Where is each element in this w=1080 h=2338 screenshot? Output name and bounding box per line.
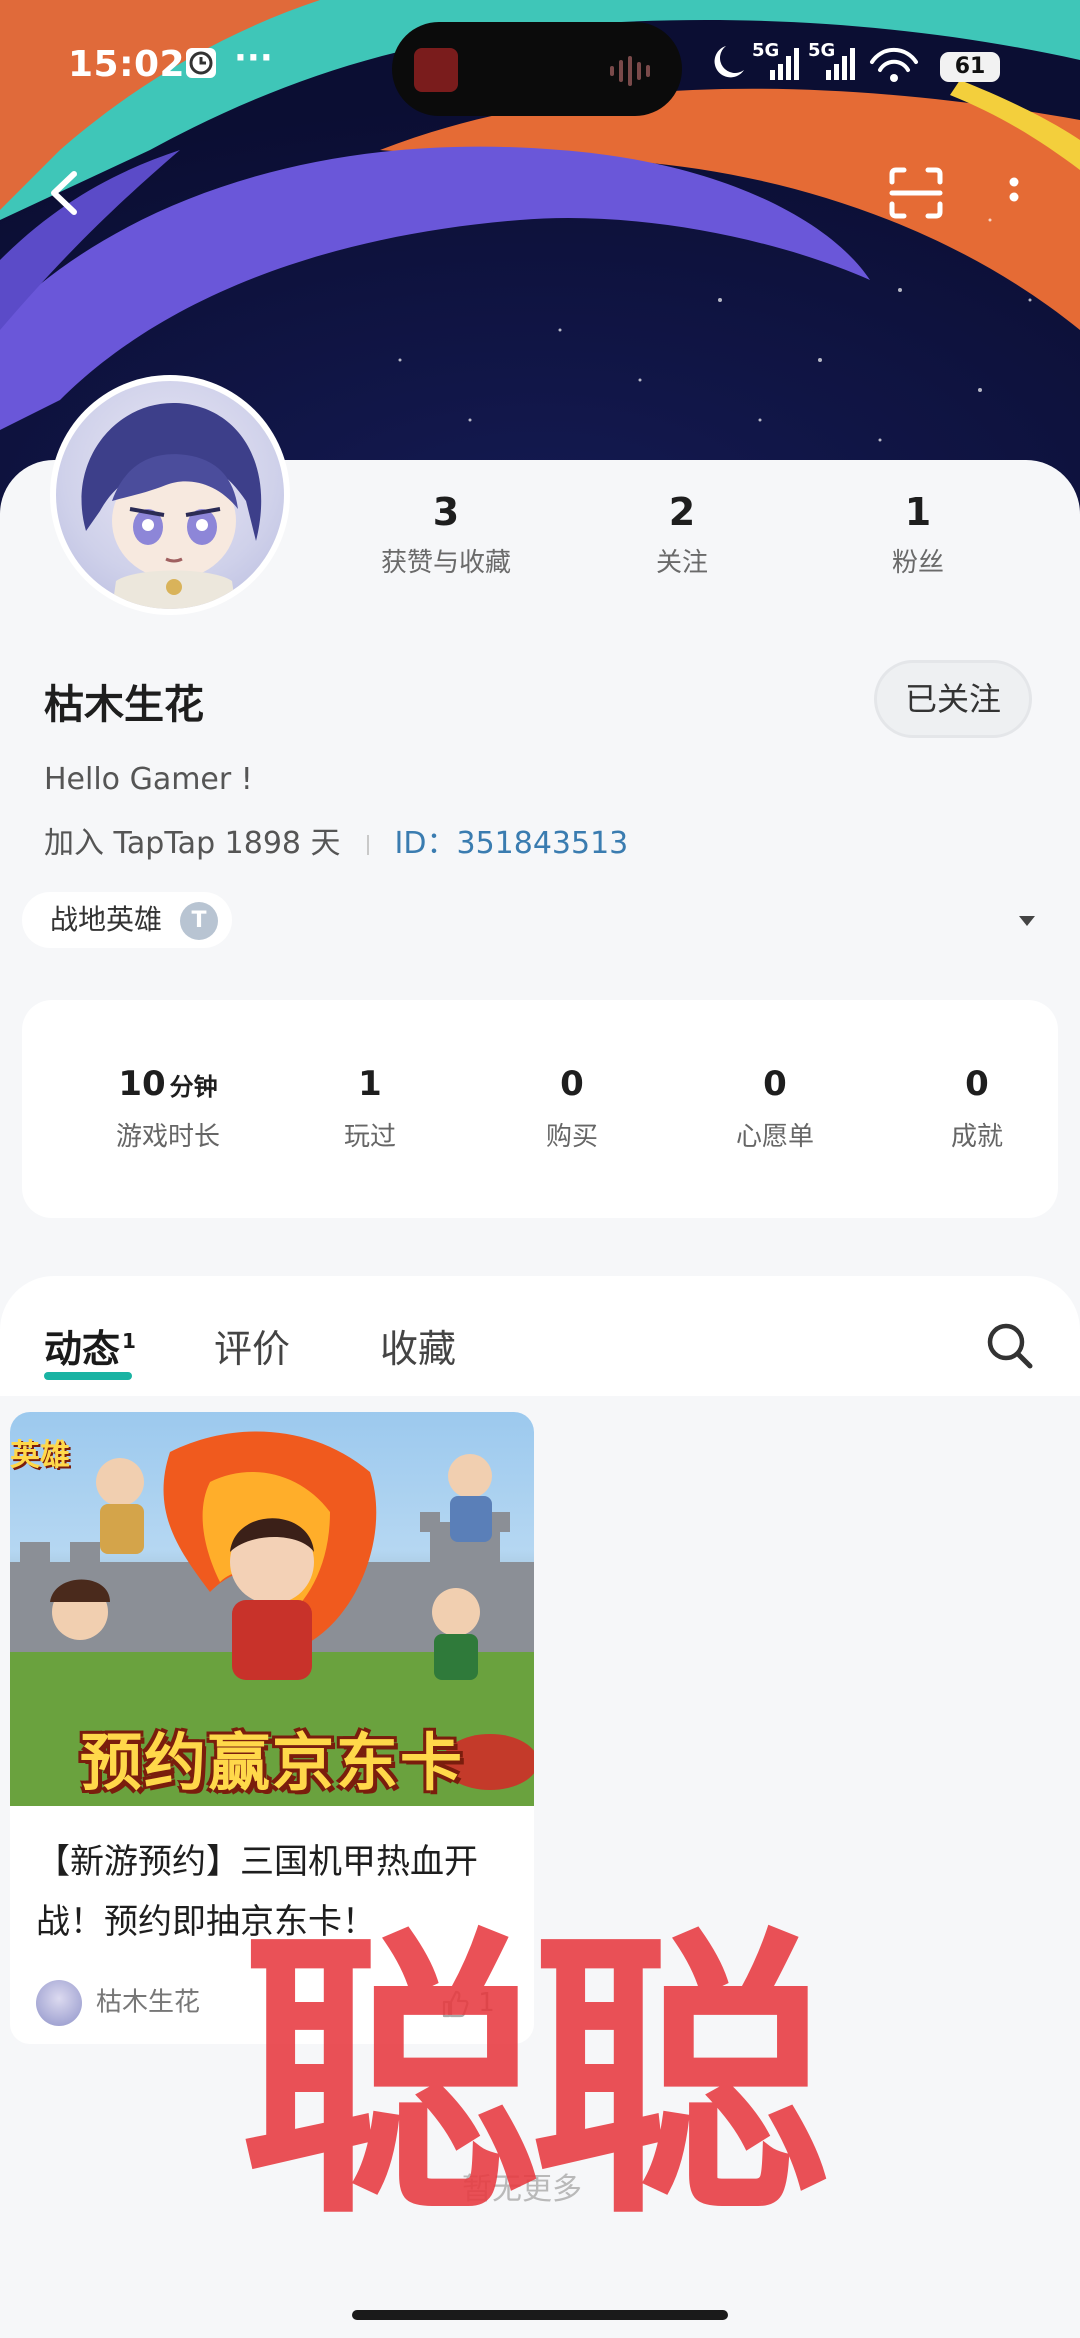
join-days: 加入 TapTap 1898 天 bbox=[44, 826, 341, 861]
more-button[interactable] bbox=[1004, 172, 1024, 226]
search-button[interactable] bbox=[984, 1320, 1036, 1376]
dropdown-arrow-icon[interactable] bbox=[1018, 908, 1036, 932]
tab-moments[interactable]: 动态 1 bbox=[44, 1318, 136, 1373]
tab-reviews[interactable]: 评价 bbox=[214, 1318, 290, 1373]
wifi-icon bbox=[870, 47, 918, 72]
dynamic-island bbox=[392, 22, 682, 116]
stat-label: 获赞与收藏 bbox=[380, 548, 511, 578]
battery-indicator: 61 bbox=[940, 52, 1000, 82]
more-vertical-icon bbox=[1009, 177, 1019, 202]
tab-label: 收藏 bbox=[380, 1327, 457, 1371]
stat-value: 10 bbox=[118, 1064, 166, 1104]
stat-value: 0 bbox=[965, 1064, 989, 1104]
stat-value: 1 bbox=[904, 490, 932, 534]
game-stats-card: 10 分钟 游戏时长 1 玩过 0 购买 0 心愿单 0 成就 bbox=[22, 1000, 1058, 1218]
stat-label: 购买 bbox=[545, 1122, 598, 1152]
tab-label: 动态 bbox=[44, 1327, 121, 1371]
user-avatar[interactable] bbox=[50, 375, 290, 615]
following-button[interactable]: 已关注 bbox=[874, 660, 1032, 738]
tab-bar-background bbox=[0, 1276, 1080, 1396]
dnd-moon-icon bbox=[714, 46, 744, 78]
user-meta: 加入 TapTap 1898 天 ID：351843513 bbox=[44, 818, 628, 862]
stat-value: 0 bbox=[763, 1064, 787, 1104]
network-5g-1: 5G bbox=[752, 40, 780, 61]
taptap-badge-icon: T bbox=[180, 902, 219, 940]
search-icon bbox=[987, 1323, 1033, 1369]
tab-badge: 1 bbox=[122, 1329, 136, 1354]
home-indicator[interactable] bbox=[352, 2310, 728, 2320]
stat-label: 粉丝 bbox=[891, 548, 944, 578]
back-button[interactable] bbox=[44, 168, 84, 222]
stat-label: 成就 bbox=[950, 1122, 1003, 1152]
stat-played[interactable]: 1 玩过 bbox=[280, 1064, 460, 1153]
user-id[interactable]: 351843513 bbox=[456, 826, 628, 861]
post-corner-tag: 英雄 bbox=[10, 1438, 70, 1473]
stat-purchased[interactable]: 0 购买 bbox=[482, 1064, 662, 1153]
meta-divider bbox=[366, 834, 369, 855]
active-tab-indicator bbox=[44, 1372, 132, 1380]
status-dots: ··· bbox=[234, 38, 273, 78]
watermark-text: 聪聪 bbox=[240, 1905, 830, 2254]
stat-unit: 分钟 bbox=[169, 1073, 218, 1101]
stat-followers[interactable]: 1 粉丝 bbox=[808, 490, 1028, 579]
user-bio: Hello Gamer ! bbox=[44, 762, 253, 797]
stat-value: 0 bbox=[560, 1064, 584, 1104]
game-chip[interactable]: 战地英雄 T bbox=[22, 892, 233, 948]
stat-likes-favorites[interactable]: 3 获赞与收藏 bbox=[336, 490, 556, 579]
author-avatar bbox=[36, 1980, 82, 2026]
audio-wave-icon bbox=[610, 56, 650, 86]
stat-label: 关注 bbox=[655, 548, 708, 578]
post-banner-text: 预约赢京东卡 bbox=[79, 1726, 464, 1799]
status-time: 15:02 bbox=[68, 44, 186, 85]
stat-play-time[interactable]: 10 分钟 游戏时长 bbox=[78, 1064, 258, 1153]
scan-icon bbox=[889, 167, 943, 219]
tab-label: 评价 bbox=[214, 1327, 291, 1371]
post-author[interactable]: 枯木生花 bbox=[36, 1980, 200, 2026]
username: 枯木生花 bbox=[44, 682, 204, 728]
user-id-label: ID： bbox=[394, 826, 457, 861]
scan-button[interactable] bbox=[888, 166, 944, 224]
avatar-illustration bbox=[81, 402, 262, 609]
post-image: 英雄 预约赢京东卡 bbox=[10, 1412, 534, 1806]
network-5g-2: 5G bbox=[808, 40, 836, 61]
app-thumbnail bbox=[414, 48, 458, 92]
chevron-left-icon bbox=[51, 171, 77, 215]
stat-achievements[interactable]: 0 成就 bbox=[887, 1064, 1067, 1153]
tab-favorites[interactable]: 收藏 bbox=[380, 1318, 456, 1373]
author-name: 枯木生花 bbox=[96, 1987, 201, 2018]
stat-value: 1 bbox=[358, 1064, 382, 1104]
stat-label: 玩过 bbox=[343, 1122, 396, 1152]
stat-label: 游戏时长 bbox=[115, 1122, 220, 1152]
stat-value: 2 bbox=[668, 490, 696, 534]
stat-following[interactable]: 2 关注 bbox=[572, 490, 792, 579]
stat-wishlist[interactable]: 0 心愿单 bbox=[685, 1064, 865, 1153]
game-chip-label: 战地英雄 bbox=[50, 903, 163, 936]
clock-icon bbox=[186, 48, 216, 78]
stat-label: 心愿单 bbox=[735, 1122, 814, 1152]
stat-value: 3 bbox=[432, 490, 460, 534]
